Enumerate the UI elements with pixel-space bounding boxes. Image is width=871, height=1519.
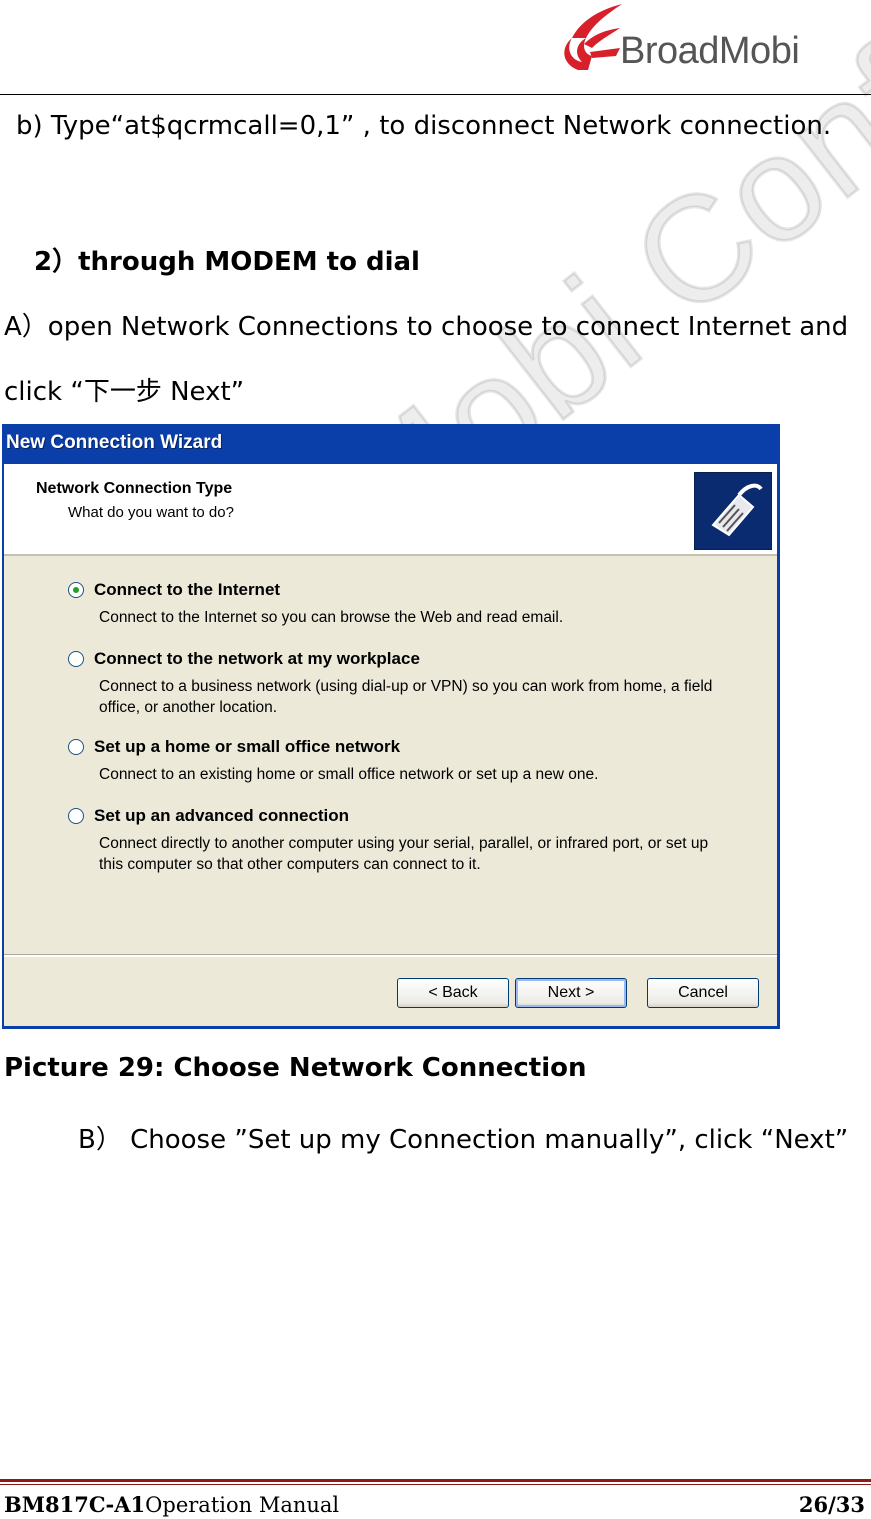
wizard-heading: Network Connection Type <box>36 480 233 497</box>
logo-wing-icon <box>564 4 622 70</box>
wizard-subheading: What do you want to do? <box>68 504 234 521</box>
footer-manual: Operation Manual <box>145 1493 340 1517</box>
option-desc: Connect to the Internet so you can brows… <box>99 609 564 626</box>
step-a-line1: A）open Network Connections to choose to … <box>4 312 849 342</box>
option-label: Set up a home or small office network <box>94 737 401 756</box>
footer-model: BM817C-A1 <box>4 1492 146 1517</box>
wizard-title: New Connection Wizard <box>6 432 223 453</box>
cancel-button[interactable]: Cancel <box>647 978 759 1008</box>
radio-home-network[interactable] <box>68 739 84 755</box>
next-button[interactable]: Next > <box>515 978 627 1008</box>
page-header: BroadMobi <box>0 0 871 95</box>
option-label: Connect to the Internet <box>94 580 281 599</box>
new-connection-wizard-screenshot: New Connection Wizard Network Connection… <box>2 424 780 1029</box>
broadmobi-logo: BroadMobi <box>558 4 838 76</box>
network-cable-icon <box>694 472 772 550</box>
step-b2-text: B） Choose ”Set up my Connection manually… <box>78 1125 849 1155</box>
footer-title: BM817C-A1Operation Manual <box>4 1492 339 1517</box>
footer-rule <box>0 1479 871 1482</box>
logo-text: BroadMobi <box>620 30 800 72</box>
back-button[interactable]: < Back <box>397 978 509 1008</box>
option-desc: Connect to a business network (using dia… <box>99 678 713 716</box>
wizard-separator <box>4 954 777 957</box>
radio-connect-workplace[interactable] <box>68 651 84 667</box>
step-b-text: b) Type“at$qcrmcall=0,1” , to disconnect… <box>16 111 832 141</box>
step-a-line2: click “下一步 Next” <box>4 377 245 407</box>
option-label: Connect to the network at my workplace <box>94 649 420 668</box>
option-label: Set up an advanced connection <box>94 806 350 825</box>
radio-connect-internet[interactable] <box>68 582 84 598</box>
page-number: 26/33 <box>798 1492 865 1517</box>
wizard-body: Network Connection Type What do you want… <box>4 464 777 1026</box>
section-title: 2）through MODEM to dial <box>34 247 420 277</box>
footer-rule-thin <box>0 1484 871 1485</box>
radio-advanced-connection[interactable] <box>68 808 84 824</box>
figure-caption: Picture 29: Choose Network Connection <box>4 1053 587 1083</box>
wizard-header: Network Connection Type What do you want… <box>4 464 777 556</box>
option-desc: Connect directly to another computer usi… <box>99 835 709 873</box>
option-desc: Connect to an existing home or small off… <box>99 766 599 783</box>
